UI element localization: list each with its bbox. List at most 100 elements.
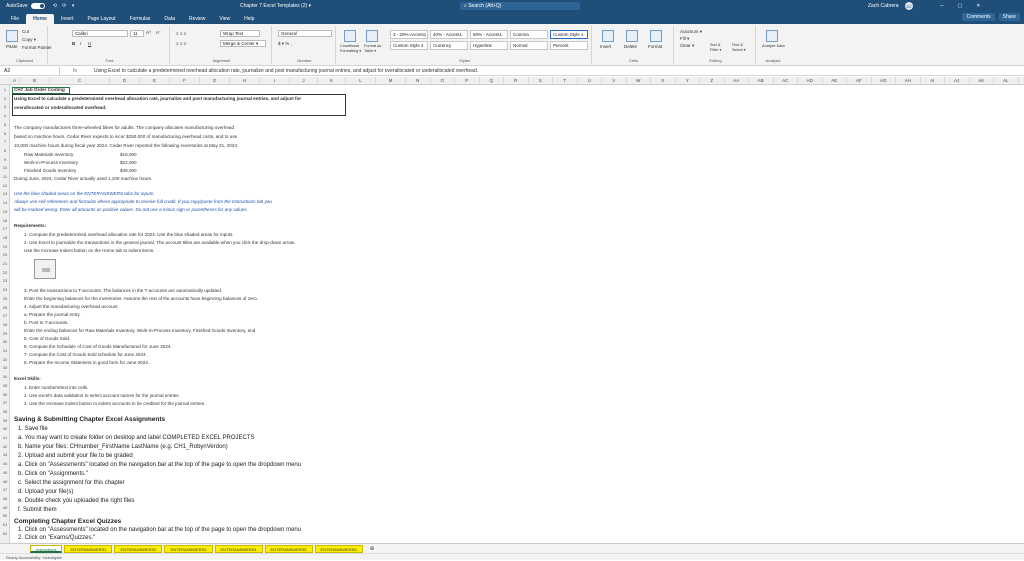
style-cell[interactable]: Hyperlink [470, 41, 508, 50]
style-cell[interactable]: Custom Style 1 [550, 30, 588, 39]
column-header[interactable]: AG [872, 77, 896, 85]
row-header[interactable]: 40 [0, 426, 10, 431]
row-header[interactable]: 29 [0, 331, 10, 336]
column-header[interactable]: AJ [945, 77, 970, 85]
paste-icon[interactable] [6, 30, 18, 42]
row-header[interactable]: 31 [0, 348, 10, 353]
row-header[interactable]: 7 [0, 139, 10, 144]
underline-button[interactable]: U [88, 41, 91, 46]
clear-button[interactable]: Clear ▾ [680, 43, 694, 49]
analyze-data-icon[interactable] [766, 30, 778, 42]
sheet-tab-enteranswers2[interactable]: ENTERANSWERS2 [114, 544, 163, 553]
row-header[interactable]: 33 [0, 365, 10, 370]
align-icons[interactable]: ≡ ≡ ≡ [176, 31, 186, 36]
insert-button[interactable]: Insert [600, 44, 611, 49]
row-header[interactable]: 25 [0, 296, 10, 301]
autosave-toggle[interactable] [30, 3, 45, 9]
row-header[interactable]: 38 [0, 409, 10, 414]
style-cell[interactable]: Custom Style 2 [390, 41, 428, 50]
add-sheet-icon[interactable]: ⊕ [365, 545, 380, 553]
row-header[interactable]: 36 [0, 392, 10, 397]
sheet-tab-enteranswers3[interactable]: ENTERANSWERS3 [164, 544, 213, 553]
row-header[interactable]: 22 [0, 270, 10, 275]
column-header[interactable]: AK [970, 77, 994, 85]
autosave-control[interactable]: AutoSave [6, 3, 45, 9]
row-header[interactable]: 44 [0, 461, 10, 466]
search-box[interactable]: ⌕ Search (Alt+Q) [460, 2, 580, 10]
wrap-text-button[interactable]: Wrap Text [220, 30, 260, 37]
row-header[interactable]: 1 [0, 87, 10, 92]
row-header[interactable]: 47 [0, 487, 10, 492]
sheet-tab-instructions[interactable]: Instructions [30, 544, 63, 553]
font-name-select[interactable]: Calibri [72, 30, 128, 37]
autosum-button[interactable]: AutoSum ▾ [680, 29, 702, 35]
column-header[interactable]: AI [921, 77, 945, 85]
row-header[interactable]: 34 [0, 374, 10, 379]
row-header[interactable]: 26 [0, 305, 10, 310]
row-header[interactable]: 37 [0, 400, 10, 405]
tab-home[interactable]: Home [26, 14, 54, 24]
column-header[interactable]: Y [676, 77, 700, 85]
name-box[interactable]: A2 [0, 67, 60, 75]
column-header[interactable]: AB [749, 77, 774, 85]
grow-font-button[interactable]: A^ [146, 30, 151, 35]
fill-button[interactable]: Fill ▾ [680, 36, 689, 42]
minimize-button[interactable]: ─ [940, 3, 944, 9]
row-header[interactable]: 35 [0, 383, 10, 388]
maximize-button[interactable]: ▢ [958, 3, 963, 9]
column-header[interactable]: AF [847, 77, 872, 85]
column-header[interactable]: AH [896, 77, 921, 85]
row-header[interactable]: 30 [0, 339, 10, 344]
row-header[interactable]: 28 [0, 322, 10, 327]
italic-button[interactable]: I [80, 41, 81, 46]
row-header[interactable]: 19 [0, 244, 10, 249]
column-header[interactable]: R [504, 77, 529, 85]
column-header[interactable]: E [140, 77, 170, 85]
worksheet[interactable]: CH7 Job Order Costing Using Excel to cal… [10, 85, 1024, 543]
style-cell[interactable]: Comma [510, 30, 548, 39]
sheet-tab-enteranswers5[interactable]: ENTERANSWERS5 [264, 544, 313, 553]
column-header[interactable]: AD [798, 77, 823, 85]
delete-icon[interactable] [626, 30, 638, 42]
document-title[interactable]: Chapter 7 Excel Templates (2) ▾ [240, 3, 311, 9]
column-header[interactable]: D [110, 77, 140, 85]
style-cell[interactable]: 60% - Accent1 [470, 30, 508, 39]
sort-filter-button[interactable]: Sort & Filter ▾ [710, 43, 730, 52]
avatar[interactable]: ZC [905, 2, 913, 10]
format-icon[interactable] [650, 30, 662, 42]
column-header[interactable]: U [578, 77, 602, 85]
column-header[interactable]: J [290, 77, 318, 85]
row-header[interactable]: 46 [0, 479, 10, 484]
tab-view[interactable]: View [212, 14, 237, 24]
column-header[interactable]: AA [725, 77, 749, 85]
formula-input[interactable]: Using Excel to calculate a predetermined… [90, 68, 478, 74]
column-header[interactable]: M [376, 77, 406, 85]
column-header[interactable]: AL [994, 77, 1019, 85]
column-header[interactable]: AE [823, 77, 847, 85]
row-header[interactable]: 49 [0, 505, 10, 510]
column-header[interactable]: AC [774, 77, 798, 85]
sheet-tab-enteranswers6[interactable]: ENTERANSWERS6 [314, 544, 363, 553]
row-header[interactable]: 4 [0, 113, 10, 118]
row-header[interactable]: 41 [0, 435, 10, 440]
tab-insert[interactable]: Insert [54, 14, 81, 24]
column-header[interactable]: A [10, 77, 20, 85]
column-header[interactable]: F [170, 77, 200, 85]
style-cell[interactable]: 40% - Accent1 [430, 30, 468, 39]
tab-review[interactable]: Review [182, 14, 212, 24]
paste-button[interactable]: Paste [6, 44, 18, 49]
insert-icon[interactable] [602, 30, 614, 42]
sheet-tab-enteranswers1[interactable]: ENTERANSWERS1 [64, 544, 113, 553]
comments-button[interactable]: Comments [962, 13, 995, 21]
column-header[interactable]: X [651, 77, 676, 85]
close-button[interactable]: ✕ [976, 3, 980, 9]
row-header[interactable]: 5 [0, 122, 10, 127]
row-header[interactable]: 43 [0, 452, 10, 457]
copy-button[interactable]: Copy ▾ [22, 37, 36, 43]
tab-data[interactable]: Data [157, 14, 182, 24]
align-icons-2[interactable]: ≡ ≡ ≡ [176, 41, 186, 46]
row-header[interactable]: 15 [0, 209, 10, 214]
row-header[interactable]: 3 [0, 104, 10, 109]
row-header[interactable]: 20 [0, 252, 10, 257]
column-header[interactable]: K [318, 77, 346, 85]
